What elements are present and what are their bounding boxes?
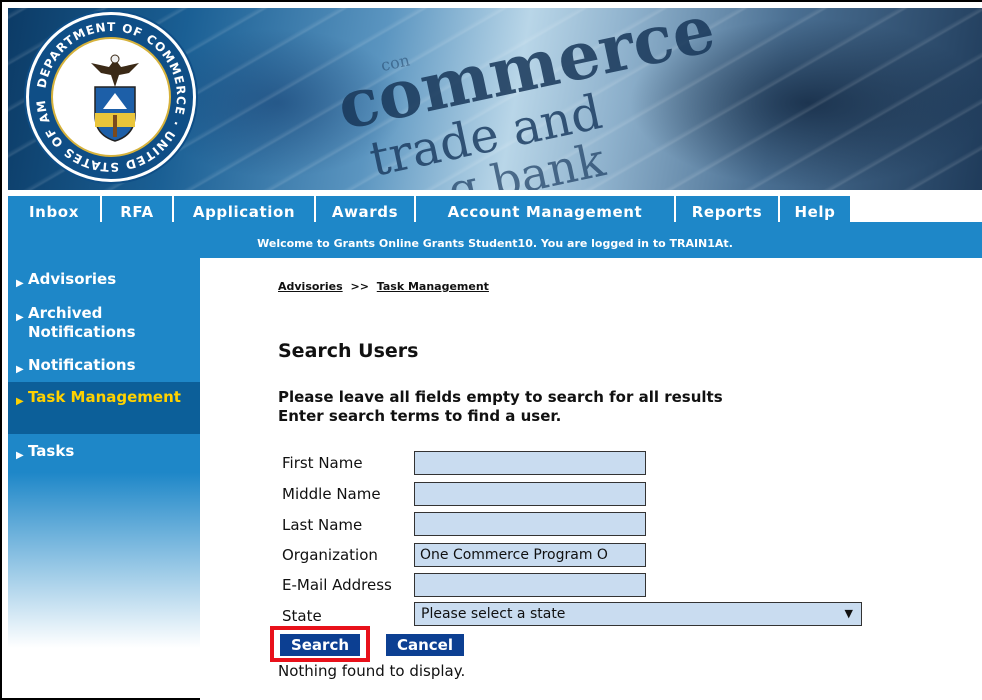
- instruction-line: Enter search terms to find a user.: [278, 407, 562, 425]
- header-banner: con commerce trade and g bank DEPARTMENT…: [8, 8, 982, 190]
- shield-icon: [94, 86, 136, 142]
- triangle-right-icon: ▶: [16, 396, 24, 407]
- first-name-label: First Name: [282, 454, 363, 472]
- instructions: Please leave all fields empty to search …: [278, 388, 723, 426]
- email-label: E-Mail Address: [282, 576, 392, 594]
- sidebar-item-label: Archived Notifications: [28, 304, 136, 341]
- eagle-icon: [91, 54, 139, 87]
- sidebar-item-label: Task Management: [28, 388, 181, 406]
- breadcrumb-link-task-management[interactable]: Task Management: [377, 280, 489, 293]
- sidebar: ▶ Advisories ▶ Archived Notifications ▶ …: [8, 258, 200, 648]
- search-button[interactable]: Search: [280, 634, 360, 656]
- sidebar-item-task-management[interactable]: ▶ Task Management: [8, 382, 200, 434]
- breadcrumb: Advisories >> Task Management: [278, 280, 489, 293]
- department-seal-logo: DEPARTMENT OF COMMERCE · UNITED STATES O…: [26, 12, 196, 182]
- triangle-right-icon: ▶: [16, 278, 24, 289]
- state-select[interactable]: Please select a state ▼: [414, 602, 862, 626]
- result-message: Nothing found to display.: [278, 662, 466, 680]
- sidebar-item-label: Notifications: [28, 356, 136, 374]
- triangle-right-icon: ▶: [16, 312, 24, 323]
- tab-reports[interactable]: Reports: [676, 196, 778, 226]
- breadcrumb-link-advisories[interactable]: Advisories: [278, 280, 343, 293]
- middle-name-label: Middle Name: [282, 485, 381, 503]
- instruction-line: Please leave all fields empty to search …: [278, 388, 723, 406]
- page-title: Search Users: [278, 340, 419, 362]
- caret-down-icon: ▼: [844, 607, 853, 620]
- breadcrumb-separator: >>: [350, 280, 369, 293]
- sidebar-item-archived-notifications[interactable]: ▶ Archived Notifications: [8, 304, 200, 344]
- last-name-input[interactable]: [414, 512, 646, 536]
- sidebar-item-label: Advisories: [28, 270, 117, 288]
- welcome-message: Welcome to Grants Online Grants Student1…: [8, 226, 982, 258]
- sidebar-item-label: Tasks: [28, 442, 75, 460]
- tab-inbox[interactable]: Inbox: [8, 196, 100, 226]
- sidebar-item-advisories[interactable]: ▶ Advisories: [8, 270, 200, 292]
- main-nav: Inbox RFA Application Awards Account Man…: [8, 190, 982, 226]
- organization-input[interactable]: One Commerce Program O: [414, 543, 646, 567]
- first-name-input[interactable]: [414, 451, 646, 475]
- tab-help[interactable]: Help: [780, 196, 850, 226]
- last-name-label: Last Name: [282, 516, 363, 534]
- state-select-value: Please select a state: [421, 606, 566, 622]
- sidebar-item-tasks[interactable]: ▶ Tasks: [8, 442, 200, 464]
- cancel-button[interactable]: Cancel: [386, 634, 464, 656]
- tab-awards[interactable]: Awards: [316, 196, 414, 226]
- tab-application[interactable]: Application: [174, 196, 314, 226]
- email-input[interactable]: [414, 573, 646, 597]
- triangle-right-icon: ▶: [16, 364, 24, 375]
- middle-name-input[interactable]: [414, 482, 646, 506]
- tab-rfa[interactable]: RFA: [102, 196, 172, 226]
- state-label: State: [282, 607, 322, 625]
- sidebar-item-notifications[interactable]: ▶ Notifications: [8, 356, 200, 378]
- tab-account-management[interactable]: Account Management: [416, 196, 674, 226]
- seal-center: [51, 37, 171, 157]
- triangle-right-icon: ▶: [16, 450, 24, 461]
- organization-label: Organization: [282, 546, 378, 564]
